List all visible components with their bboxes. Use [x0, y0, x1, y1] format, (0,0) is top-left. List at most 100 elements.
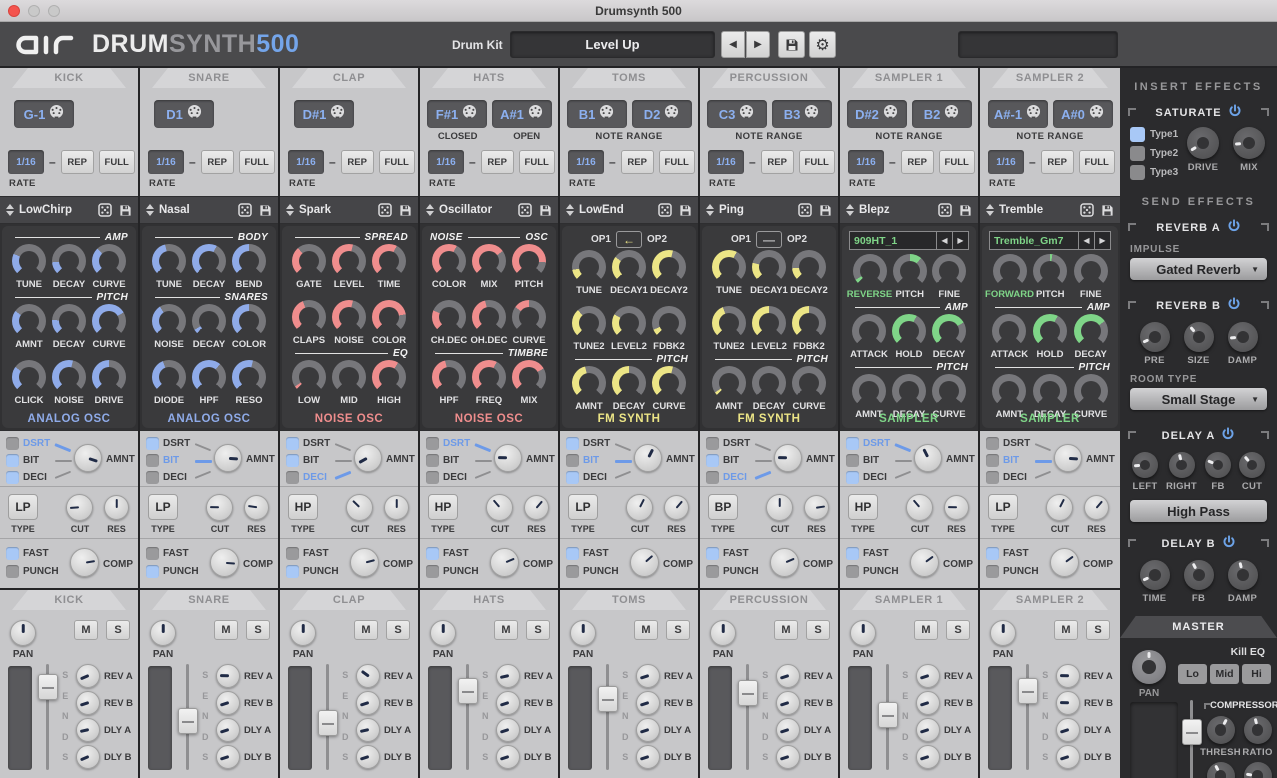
filter-cutoff-knob[interactable] [206, 494, 233, 521]
synth-knob-reverse[interactable]: REVERSE [849, 254, 890, 300]
crusher-amount-knob[interactable] [494, 444, 522, 472]
full-button[interactable]: FULL [519, 150, 555, 174]
filter-type-button[interactable]: HP [288, 494, 318, 520]
crusher-amount-knob[interactable] [354, 444, 382, 472]
filter-resonance-knob[interactable] [944, 495, 969, 520]
crusher-checkbox-bit[interactable] [426, 454, 439, 467]
filter-cutoff-knob[interactable] [486, 494, 513, 521]
note-button[interactable]: B1 [567, 100, 627, 128]
synth-knob-freq[interactable]: FREQ [469, 360, 509, 406]
filter-resonance-knob[interactable] [1084, 495, 1109, 520]
volume-fader[interactable] [318, 710, 338, 736]
comp-knob[interactable] [210, 548, 239, 577]
synth-knob-pitch[interactable]: PITCH [1030, 254, 1071, 300]
synth-knob-level2[interactable]: LEVEL2 [749, 306, 789, 352]
synth-knob-hold[interactable]: HOLD [1030, 314, 1071, 360]
filter-type-button[interactable]: LP [8, 494, 38, 520]
send-knob-rev-a[interactable] [76, 664, 100, 688]
send-knob-dly-a[interactable] [496, 718, 520, 742]
randomize-button[interactable] [377, 202, 393, 218]
solo-button[interactable]: S [246, 620, 270, 640]
crusher-checkbox-deci[interactable] [566, 471, 579, 484]
delay-a-fb-knob[interactable]: FB [1205, 452, 1231, 492]
rate-display[interactable]: 1/16 [428, 150, 464, 174]
crusher-checkbox-dsrt[interactable] [706, 437, 719, 450]
send-knob-rev-b[interactable] [916, 691, 940, 715]
synth-knob-noise[interactable]: NOISE [329, 300, 369, 346]
delay-b-fb-knob[interactable]: FB [1184, 560, 1214, 604]
filter-cutoff-knob[interactable] [346, 494, 373, 521]
reverb-b-pre-knob[interactable]: PRE [1140, 322, 1170, 366]
volume-fader[interactable] [458, 678, 478, 704]
settings-button[interactable]: ⚙ [809, 31, 836, 58]
synth-knob-bend[interactable]: BEND [229, 244, 269, 290]
send-knob-rev-a[interactable] [1056, 664, 1080, 688]
synth-knob-reso[interactable]: RESO [229, 360, 269, 406]
filter-type-button[interactable]: LP [568, 494, 598, 520]
crusher-checkbox-deci[interactable] [986, 471, 999, 484]
synth-knob-low[interactable]: LOW [289, 360, 329, 406]
rate-display[interactable]: 1/16 [988, 150, 1024, 174]
synth-knob-decay[interactable]: DECAY [929, 314, 969, 360]
power-icon[interactable] [1227, 302, 1241, 314]
mute-button[interactable]: M [494, 620, 518, 640]
delay-b-damp-knob[interactable]: DAMP [1228, 560, 1258, 604]
preset-save-button[interactable] [957, 202, 973, 218]
rep-button[interactable]: REP [201, 150, 234, 174]
filter-cutoff-knob[interactable] [766, 494, 793, 521]
send-knob-dly-a[interactable] [216, 718, 240, 742]
fast-checkbox[interactable] [146, 547, 159, 560]
delay-a-left-knob[interactable]: LEFT [1132, 452, 1158, 492]
preset-name[interactable]: Oscillator [439, 204, 513, 216]
synth-knob-decay[interactable]: DECAY [49, 304, 89, 350]
sample-prev-button[interactable]: ◀ [1078, 232, 1094, 249]
preset-spinner[interactable] [565, 204, 575, 216]
preset-spinner[interactable] [5, 204, 15, 216]
randomize-button[interactable] [517, 202, 533, 218]
synth-knob-mid[interactable]: MID [329, 360, 369, 406]
full-button[interactable]: FULL [659, 150, 695, 174]
punch-checkbox[interactable] [706, 565, 719, 578]
randomize-button[interactable] [1079, 202, 1095, 218]
synth-knob-decay[interactable]: DECAY [609, 366, 649, 412]
filter-type-button[interactable]: LP [988, 494, 1018, 520]
synth-knob-curve[interactable]: CURVE [89, 304, 129, 350]
fast-checkbox[interactable] [426, 547, 439, 560]
crusher-checkbox-deci[interactable] [286, 471, 299, 484]
synth-knob-pitch[interactable]: PITCH [509, 244, 549, 290]
crusher-checkbox-bit[interactable] [986, 454, 999, 467]
crusher-checkbox-deci[interactable] [846, 471, 859, 484]
send-knob-rev-a[interactable] [496, 664, 520, 688]
saturate-type-checkbox-type1[interactable] [1130, 127, 1145, 142]
note-button[interactable]: A#1 [492, 100, 552, 128]
comp-knob[interactable] [70, 548, 99, 577]
crusher-checkbox-dsrt[interactable] [6, 437, 19, 450]
synth-knob-time[interactable]: TIME [369, 244, 409, 290]
volume-fader[interactable] [1018, 678, 1038, 704]
kill-eq-mid-button[interactable]: Mid [1210, 664, 1239, 684]
synth-knob-curve[interactable]: CURVE [789, 366, 829, 412]
crusher-checkbox-deci[interactable] [706, 471, 719, 484]
synth-knob-fine[interactable]: FINE [930, 254, 970, 300]
send-knob-rev-a[interactable] [356, 664, 380, 688]
crusher-amount-knob[interactable] [914, 444, 942, 472]
pan-knob[interactable] [710, 620, 736, 646]
note-button[interactable]: D#1 [294, 100, 354, 128]
preset-spinner[interactable] [145, 204, 155, 216]
filter-resonance-knob[interactable] [664, 495, 689, 520]
mute-button[interactable]: M [74, 620, 98, 640]
synth-knob-color[interactable]: COLOR [369, 300, 409, 346]
filter-cutoff-knob[interactable] [906, 494, 933, 521]
master-pan-knob[interactable] [1132, 650, 1166, 684]
synth-knob-fdbk2[interactable]: FDBK2 [789, 306, 829, 352]
reverb-b-size-knob[interactable]: SIZE [1184, 322, 1214, 366]
kill-eq-lo-button[interactable]: Lo [1178, 664, 1207, 684]
synth-knob-curve[interactable]: CURVE [89, 244, 129, 290]
impulse-select[interactable]: Gated Reverb▼ [1130, 258, 1267, 280]
fast-checkbox[interactable] [846, 547, 859, 560]
volume-fader[interactable] [178, 708, 198, 734]
synth-knob-decay2[interactable]: DECAY2 [789, 250, 829, 296]
pan-knob[interactable] [430, 620, 456, 646]
send-knob-dly-b[interactable] [216, 745, 240, 769]
mute-button[interactable]: M [914, 620, 938, 640]
